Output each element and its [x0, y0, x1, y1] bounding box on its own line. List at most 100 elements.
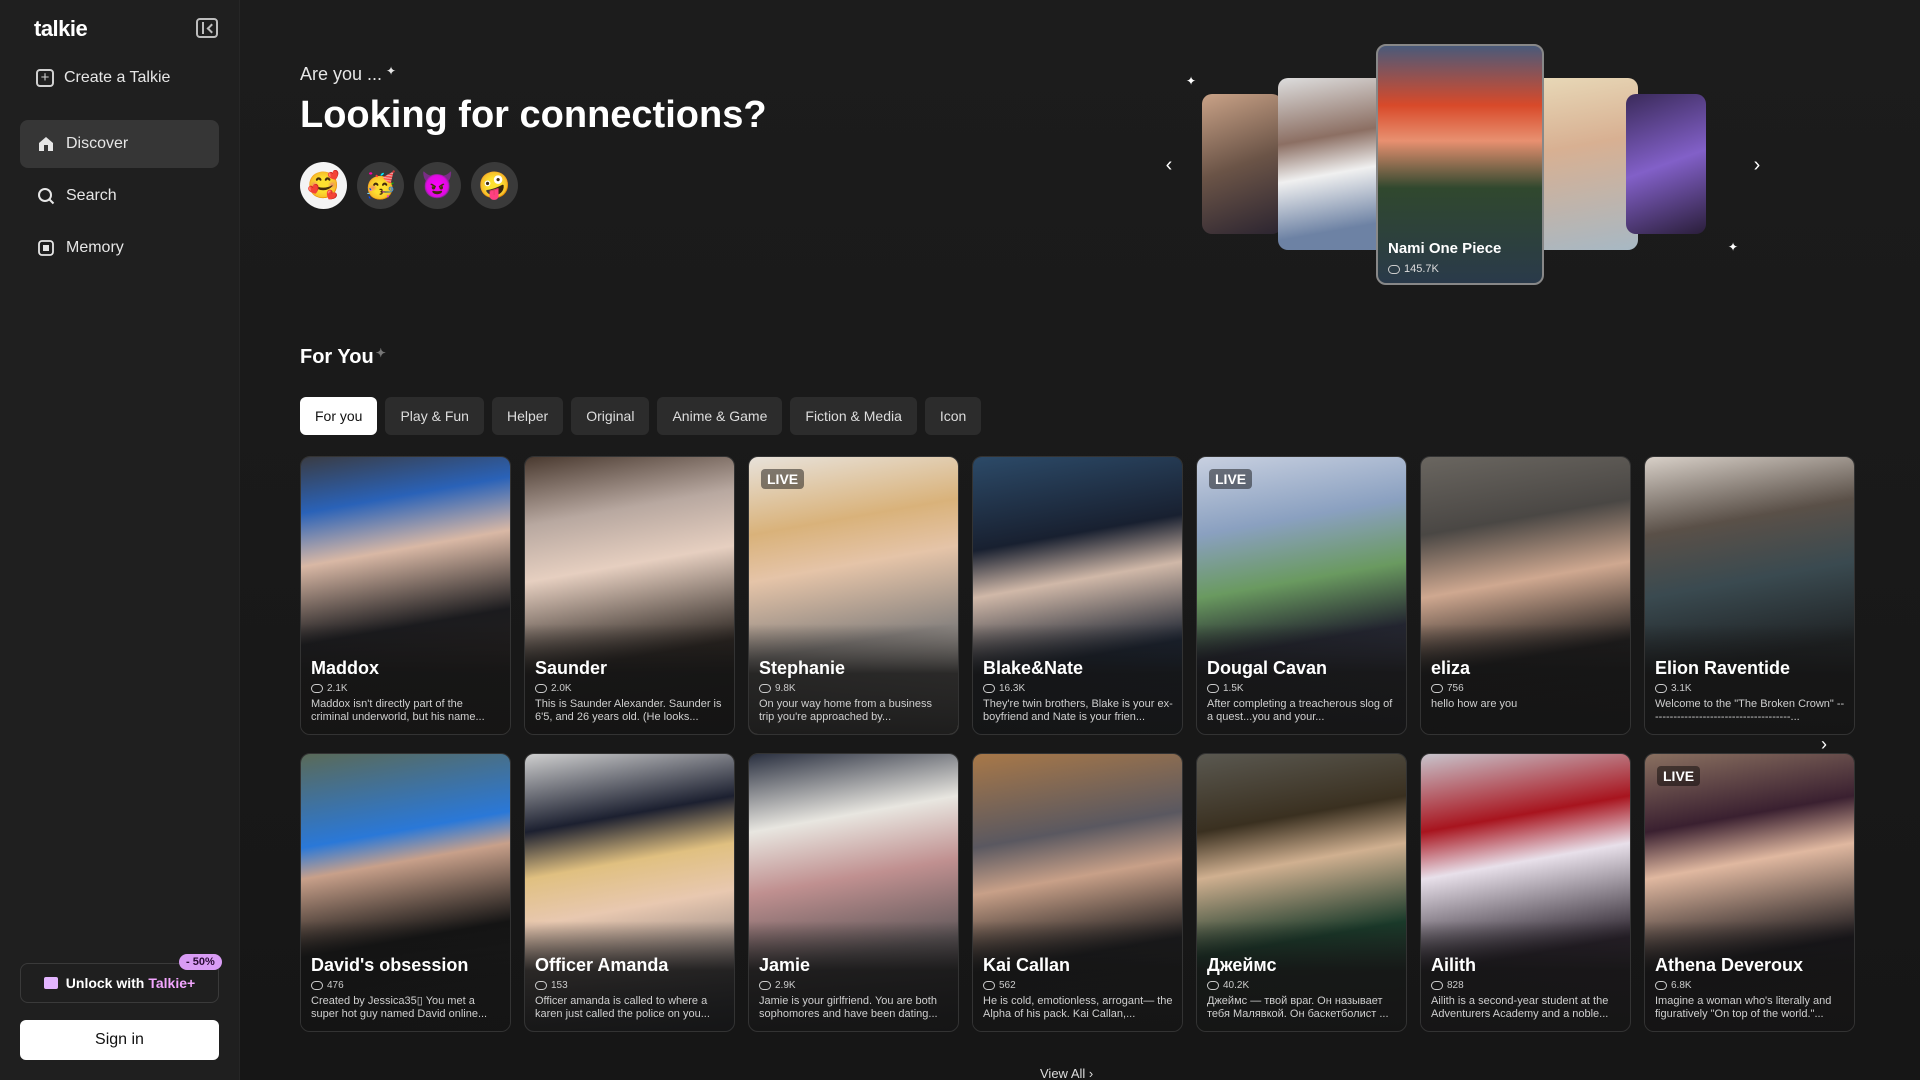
home-icon: [36, 134, 56, 154]
featured-carousel: ‹ Nami One Piece 145.7K › ✦ ✦ ✦: [1160, 40, 1780, 300]
character-card[interactable]: Elion Raventide 3.1K Welcome to the "The B…: [1644, 456, 1855, 735]
sidebar-item-memory[interactable]: Memory: [20, 224, 219, 272]
main-content: Are you ... ✦ Looking for connections? 🥰 …: [240, 0, 1920, 1080]
sparkle-icon: ✦: [386, 64, 397, 78]
character-name: Officer Amanda: [535, 955, 669, 975]
chat-count: 9.8K: [759, 683, 950, 694]
character-card[interactable]: Jamie 2.9K Jamie is your girlfriend. You a…: [748, 753, 959, 1032]
sparkle-icon: ✦: [1728, 240, 1739, 254]
card-info: Stephanie 9.8K On your way home from a bus…: [759, 658, 950, 724]
character-name: Stephanie: [759, 658, 846, 678]
mood-emoji-devil[interactable]: 😈: [414, 162, 461, 209]
mood-emoji-party[interactable]: 🥳: [357, 162, 404, 209]
app-logo[interactable]: talkie: [34, 16, 88, 42]
memory-icon: [36, 238, 56, 258]
chat-count-text: 562: [999, 980, 1016, 991]
hero-subtitle: Are you ... ✦: [300, 64, 396, 85]
chat-icon: [1655, 684, 1667, 693]
carousel-card[interactable]: [1278, 78, 1388, 250]
hero-subtitle-text: Are you ...: [300, 64, 383, 84]
character-card[interactable]: Saunder 2.0K This is Saunder Alexander. Sa…: [524, 456, 735, 735]
live-badge: LIVE: [1657, 766, 1701, 786]
live-badge: LIVE: [1209, 469, 1253, 489]
character-card[interactable]: eliza 756 hello how are you: [1420, 456, 1631, 735]
featured-caption: Nami One Piece 145.7K: [1388, 240, 1501, 275]
carousel-prev-icon[interactable]: ‹: [1156, 152, 1182, 178]
tab-play-fun[interactable]: Play & Fun: [385, 397, 484, 435]
create-talkie-label: Create a Talkie: [64, 69, 171, 86]
character-name: Джеймс: [1207, 955, 1277, 975]
carousel-card[interactable]: [1202, 94, 1282, 234]
mood-emoji-love[interactable]: 🥰: [300, 162, 347, 209]
chat-count: 40.2K: [1207, 980, 1398, 991]
character-card[interactable]: LIVE Stephanie 9.8K On your way home from a…: [748, 456, 959, 735]
sidebar-item-discover[interactable]: Discover: [20, 120, 219, 168]
chat-count: 562: [983, 980, 1174, 991]
carousel-card-featured[interactable]: Nami One Piece 145.7K: [1376, 44, 1544, 285]
card-info: Dougal Cavan 1.5K After completing a treac…: [1207, 658, 1398, 724]
chat-icon: [1431, 684, 1443, 693]
tab-icon[interactable]: Icon: [924, 397, 982, 435]
chat-icon: [1431, 981, 1443, 990]
tab-for-you[interactable]: For you: [300, 397, 378, 435]
tab-anime-game[interactable]: Anime & Game: [657, 397, 783, 435]
chat-count: 756: [1431, 683, 1622, 694]
view-all-link[interactable]: View All ›: [1040, 1066, 1093, 1080]
grid-next-icon[interactable]: ›: [1821, 734, 1827, 755]
chat-count-text: 476: [327, 980, 344, 991]
sidebar-item-search[interactable]: Search: [20, 172, 219, 220]
app-root: talkie + Create a Talkie Discover Search…: [0, 0, 1920, 1080]
character-card[interactable]: Officer Amanda 153 Officer amanda is calle…: [524, 753, 735, 1032]
character-card[interactable]: Kai Callan 562 He is cold, emotionless, ar…: [972, 753, 1183, 1032]
character-card[interactable]: Джеймс 40.2K Джеймс — твой враг. Он называ…: [1196, 753, 1407, 1032]
carousel-card[interactable]: [1528, 78, 1638, 250]
chat-count-text: 2.1K: [327, 683, 348, 694]
chat-icon: [535, 684, 547, 693]
create-talkie-button[interactable]: + Create a Talkie: [20, 54, 219, 102]
chat-count: 2.0K: [535, 683, 726, 694]
character-description: They're twin brothers, Blake is your ex-…: [983, 698, 1173, 723]
plus-square-icon: +: [36, 69, 54, 87]
sidebar-item-label: Search: [66, 187, 117, 204]
carousel-card[interactable]: [1626, 94, 1706, 234]
chat-icon: [311, 981, 323, 990]
chat-count: 1.5K: [1207, 683, 1398, 694]
section-title: For You ✦: [300, 346, 386, 369]
tab-fiction-media[interactable]: Fiction & Media: [790, 397, 917, 435]
character-card[interactable]: LIVE Dougal Cavan 1.5K After completing a t…: [1196, 456, 1407, 735]
collapse-sidebar-icon[interactable]: [196, 18, 218, 38]
mood-emoji-zany[interactable]: 🤪: [471, 162, 518, 209]
hero-title: Looking for connections?: [300, 94, 767, 136]
chat-icon: [983, 684, 995, 693]
character-name: Ailith: [1431, 955, 1476, 975]
chat-count-text: 153: [551, 980, 568, 991]
card-info: Maddox 2.1K Maddox isn't directly part of …: [311, 658, 502, 724]
character-name: Jamie: [759, 955, 811, 975]
character-name: eliza: [1431, 658, 1471, 678]
tab-original[interactable]: Original: [571, 397, 650, 435]
character-card[interactable]: Ailith 828 Ailith is a second-year student…: [1420, 753, 1631, 1032]
carousel-next-icon[interactable]: ›: [1744, 152, 1770, 178]
character-card[interactable]: LIVE Athena Deveroux 6.8K Imagine a woman w…: [1644, 753, 1855, 1032]
sparkle-icon: ✦: [1186, 74, 1197, 88]
character-card[interactable]: David's obsession 476 Created by Jessica35…: [300, 753, 511, 1032]
talkie-plus-label: Talkie+: [148, 975, 196, 991]
character-name: Blake&Nate: [983, 658, 1084, 678]
sign-in-button[interactable]: Sign in: [20, 1020, 219, 1060]
character-description: Imagine a woman who's literally and figu…: [1655, 995, 1832, 1020]
chat-count-text: 1.5K: [1223, 683, 1244, 694]
sidebar: talkie + Create a Talkie Discover Search…: [0, 0, 240, 1080]
character-name: David's obsession: [311, 955, 469, 975]
chat-icon: [311, 684, 323, 693]
card-info: David's obsession 476 Created by Jessica35…: [311, 955, 502, 1021]
character-card[interactable]: Maddox 2.1K Maddox isn't directly part of …: [300, 456, 511, 735]
tab-helper[interactable]: Helper: [491, 397, 564, 435]
chat-count-text: 40.2K: [1223, 980, 1250, 991]
character-description: On your way home from a business trip yo…: [759, 698, 933, 723]
character-name: Saunder: [535, 658, 608, 678]
character-card[interactable]: Blake&Nate 16.3K They're twin brothers, Bl…: [972, 456, 1183, 735]
character-name: Athena Deveroux: [1655, 955, 1804, 975]
chat-icon: [759, 981, 771, 990]
chat-icon: [1207, 981, 1219, 990]
chat-count-text: 6.8K: [1671, 980, 1692, 991]
